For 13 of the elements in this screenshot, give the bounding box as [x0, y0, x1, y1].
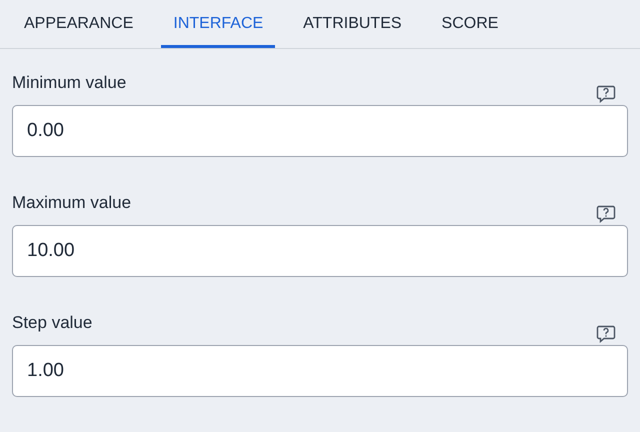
help-icon[interactable] [596, 85, 616, 103]
input-field[interactable]: 1.00 [12, 345, 628, 397]
help-icon[interactable] [596, 205, 616, 223]
field-label: Minimum value [12, 73, 126, 93]
tab[interactable]: ATTRIBUTES [291, 0, 414, 48]
tab[interactable]: INTERFACE [161, 0, 276, 48]
input-field[interactable]: 0.00 [12, 105, 628, 157]
input-field[interactable]: 10.00 [12, 225, 628, 277]
tab[interactable]: SCORE [430, 0, 510, 48]
field-label: Maximum value [12, 193, 132, 213]
help-icon[interactable] [596, 325, 616, 343]
field-label: Step value [12, 313, 92, 333]
tab[interactable]: APPEARANCE [12, 0, 146, 48]
